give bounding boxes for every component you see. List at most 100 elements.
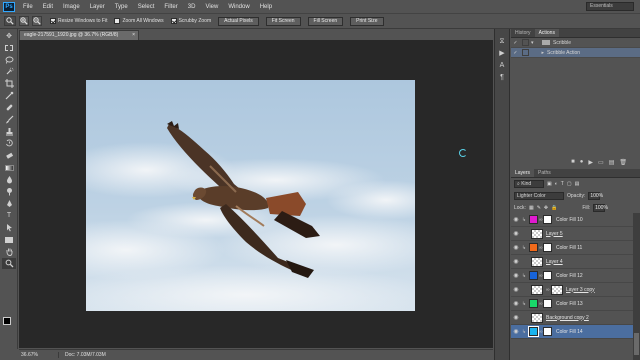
layer-row[interactable]: ◉ Background copy 2 [511, 311, 633, 325]
layer-row[interactable]: ◉ Layer 4 [511, 255, 633, 269]
chevron-down-icon[interactable]: ▾ [531, 40, 536, 46]
fill-input[interactable]: 100% [593, 204, 608, 212]
character-panel-icon[interactable]: A [496, 61, 508, 71]
menu-help[interactable]: Help [255, 4, 277, 10]
crop-tool-icon[interactable] [2, 78, 16, 89]
action-set-row[interactable]: ✓ ▾ Scribble [511, 38, 640, 48]
gradient-tool-icon[interactable] [2, 162, 16, 173]
play-icon[interactable]: ▶ [588, 159, 593, 166]
rectangle-tool-icon[interactable] [2, 234, 16, 245]
dialog-toggle-box[interactable] [522, 39, 529, 46]
tab-paths[interactable]: Paths [534, 169, 555, 177]
move-tool-icon[interactable]: ✥ [2, 30, 16, 41]
layer-row[interactable]: ◉ ↳ ∞ Color Fill 13 [511, 297, 633, 311]
menu-filter[interactable]: Filter [159, 4, 182, 10]
visibility-eye-icon[interactable]: ◉ [511, 258, 521, 265]
layer-thumbnail[interactable] [531, 284, 543, 295]
lock-pixels-icon[interactable]: ✎ [537, 205, 541, 211]
tab-history[interactable]: History [511, 29, 535, 37]
opacity-input[interactable]: 100% [588, 192, 603, 200]
action-toggle-icon[interactable]: ✓ [511, 40, 520, 46]
lock-transparent-icon[interactable]: ▦ [529, 205, 534, 211]
layer-row[interactable]: ◉ ↳ ∞ Color Fill 11 [511, 241, 633, 255]
menu-edit[interactable]: Edit [38, 4, 58, 10]
scrollbar-thumb[interactable] [634, 333, 639, 355]
visibility-eye-icon[interactable]: ◉ [511, 286, 521, 293]
menu-type[interactable]: Type [110, 4, 133, 10]
workspace-select[interactable]: Essentials [586, 2, 634, 11]
history-panel-icon[interactable]: ⧖ [496, 37, 508, 47]
zoom-out-button[interactable] [32, 16, 42, 26]
zoom-level-field[interactable]: 36.67% [19, 352, 59, 358]
type-tool-icon[interactable]: T [2, 210, 16, 221]
eyedropper-tool-icon[interactable] [2, 90, 16, 101]
layer-mask-thumbnail[interactable] [551, 284, 563, 295]
filter-smart-icon[interactable]: ▤ [575, 181, 580, 187]
visibility-eye-icon[interactable]: ◉ [511, 230, 521, 237]
zoom-all-windows-option[interactable]: Zoom All Windows [114, 18, 164, 24]
visibility-eye-icon[interactable]: ◉ [511, 216, 521, 223]
link-chain-icon[interactable]: ∞ [546, 287, 550, 293]
new-set-icon[interactable]: ▭ [598, 159, 604, 166]
layer-mask-thumbnail[interactable] [543, 271, 552, 280]
menu-file[interactable]: File [18, 4, 38, 10]
fill-color-thumbnail[interactable] [529, 299, 538, 308]
visibility-eye-icon[interactable]: ◉ [511, 328, 521, 335]
blend-mode-select[interactable]: Lighter Color [514, 192, 564, 200]
layer-mask-thumbnail[interactable] [543, 215, 552, 224]
layer-mask-thumbnail[interactable] [543, 243, 552, 252]
quick-selection-tool-icon[interactable] [2, 66, 16, 77]
new-action-icon[interactable]: ▤ [609, 159, 615, 166]
visibility-eye-icon[interactable]: ◉ [511, 314, 521, 321]
scrubby-zoom-option[interactable]: Scrubby Zoom [170, 18, 211, 24]
actual-pixels-button[interactable]: Actual Pixels [218, 16, 259, 26]
lock-all-icon[interactable]: 🔒 [551, 205, 557, 211]
tab-actions[interactable]: Actions [534, 29, 559, 37]
action-row[interactable]: ✓ ▸ Scribble Action [511, 48, 640, 58]
close-icon[interactable]: × [132, 31, 135, 40]
layer-mask-thumbnail[interactable] [543, 299, 552, 308]
layer-row[interactable]: ◉ ∞ Layer 3 copy [511, 283, 633, 297]
menu-view[interactable]: View [200, 4, 223, 10]
foreground-color-swatch[interactable] [3, 317, 11, 325]
document-size-info[interactable]: Doc: 7.03M/7.03M [59, 352, 106, 358]
chevron-right-icon[interactable]: ▸ [531, 50, 547, 56]
menu-window[interactable]: Window [223, 4, 254, 10]
menu-layer[interactable]: Layer [85, 4, 110, 10]
blur-tool-icon[interactable] [2, 174, 16, 185]
marquee-tool-icon[interactable] [2, 42, 16, 53]
record-icon[interactable]: ● [580, 159, 584, 165]
fill-screen-button[interactable]: Fill Screen [307, 16, 344, 26]
resize-windows-option[interactable]: Resize Windows to Fit [50, 18, 107, 24]
action-toggle-icon[interactable]: ✓ [511, 50, 520, 56]
menu-3d[interactable]: 3D [183, 4, 201, 10]
layer-mask-thumbnail[interactable] [543, 327, 552, 336]
visibility-eye-icon[interactable]: ◉ [511, 272, 521, 279]
document-canvas-image[interactable] [86, 80, 415, 311]
tab-layers[interactable]: Layers [511, 169, 535, 177]
resize-windows-checkbox[interactable] [50, 18, 56, 24]
layer-thumbnail[interactable] [531, 228, 543, 239]
clone-stamp-tool-icon[interactable] [2, 126, 16, 137]
fill-color-thumbnail[interactable] [528, 326, 539, 337]
layer-thumbnail[interactable] [531, 256, 543, 267]
scrubby-zoom-checkbox[interactable] [170, 18, 177, 24]
layer-row[interactable]: ◉ Layer 5 [511, 227, 633, 241]
layer-row[interactable]: ◉ ↳ ∞ Color Fill 12 [511, 269, 633, 283]
menu-image[interactable]: Image [58, 4, 85, 10]
pen-tool-icon[interactable] [2, 198, 16, 209]
dodge-tool-icon[interactable] [2, 186, 16, 197]
fill-color-thumbnail[interactable] [529, 243, 538, 252]
filter-adjustment-icon[interactable]: ◐ [555, 181, 558, 187]
trash-icon[interactable]: 🗑 [619, 159, 627, 166]
fill-color-thumbnail[interactable] [529, 271, 538, 280]
eraser-tool-icon[interactable] [2, 150, 16, 161]
fill-color-thumbnail[interactable] [529, 215, 538, 224]
stop-icon[interactable]: ■ [571, 159, 575, 165]
print-size-button[interactable]: Print Size [350, 16, 384, 26]
filter-type-icon[interactable]: T [561, 181, 564, 187]
fit-screen-button[interactable]: Fit Screen [265, 16, 301, 26]
document-tab[interactable]: eagle-217591_1920.jpg @ 36.7% (RGB/8) × [19, 30, 139, 40]
menu-select[interactable]: Select [133, 4, 160, 10]
history-brush-tool-icon[interactable] [2, 138, 16, 149]
